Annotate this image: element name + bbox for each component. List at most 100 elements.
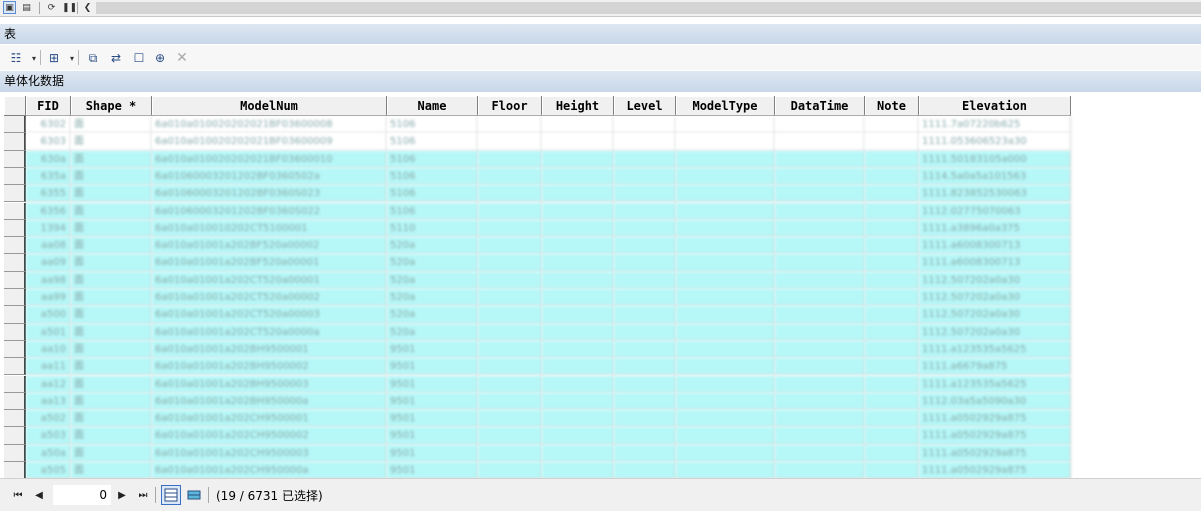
cell-floor[interactable] xyxy=(478,340,542,359)
cell-floor[interactable] xyxy=(478,133,542,151)
next-record-icon[interactable]: ▶ xyxy=(115,488,129,502)
cell-elevation[interactable]: 1111.a6008300713 xyxy=(919,237,1071,255)
cell-level[interactable] xyxy=(614,358,676,376)
cell-height[interactable] xyxy=(542,340,614,359)
column-header-shape[interactable]: Shape * xyxy=(71,96,152,116)
cell-modeltype[interactable] xyxy=(676,410,775,428)
cell-floor[interactable] xyxy=(478,237,542,255)
cell-note[interactable] xyxy=(865,254,919,272)
row-selector-header[interactable] xyxy=(4,96,26,116)
cell-shape[interactable]: 面 xyxy=(71,444,152,462)
cell-modelnum[interactable]: 6a010a01001a202CT520a0000a xyxy=(152,323,387,341)
cell-modeltype[interactable] xyxy=(676,254,775,272)
cell-height[interactable] xyxy=(542,392,614,411)
cell-elevation[interactable]: 1112.02775070063 xyxy=(919,202,1071,220)
cell-floor[interactable] xyxy=(478,219,542,238)
row-selector[interactable] xyxy=(4,167,26,186)
cell-modelnum[interactable]: 6a010a01001a202CT520a00001 xyxy=(152,271,387,289)
row-selector[interactable] xyxy=(4,444,26,462)
cell-level[interactable] xyxy=(614,202,676,220)
cell-height[interactable] xyxy=(542,202,614,220)
cell-modelnum[interactable]: 6a010a01001a202CH9500003 xyxy=(152,444,387,462)
row-selector[interactable] xyxy=(4,392,26,411)
table-row[interactable]: aa98 面 6a010a01001a202CT520a00001 520a 1112.… xyxy=(4,271,1071,289)
cell-level[interactable] xyxy=(614,185,676,203)
cell-level[interactable] xyxy=(614,375,676,393)
row-selector[interactable] xyxy=(4,219,26,238)
table-row[interactable]: 6302 面 6a010a010020202021BF03600008 5106 111… xyxy=(4,116,1071,134)
cell-fid[interactable]: a500 xyxy=(26,306,71,324)
cell-elevation[interactable]: 1111.a0502929a875 xyxy=(919,462,1071,480)
cell-datatime[interactable] xyxy=(775,323,865,341)
cell-shape[interactable]: 面 xyxy=(71,462,152,480)
cell-note[interactable] xyxy=(865,133,919,151)
cell-modelnum[interactable]: 6a010a01001a202BF520a00001 xyxy=(152,254,387,272)
cell-elevation[interactable]: 1111.053606523a30 xyxy=(919,133,1071,151)
cell-shape[interactable]: 面 xyxy=(71,410,152,428)
cell-height[interactable] xyxy=(542,116,614,134)
cell-note[interactable] xyxy=(865,340,919,359)
cell-datatime[interactable] xyxy=(775,167,865,186)
cell-modelnum[interactable]: 6a010a01001a202BH9500002 xyxy=(152,358,387,376)
cell-modelnum[interactable]: 6a010a01001a202CT520a00002 xyxy=(152,289,387,307)
cell-fid[interactable]: aa98 xyxy=(26,271,71,289)
column-header-level[interactable]: Level xyxy=(614,96,676,116)
cell-fid[interactable]: a501 xyxy=(26,323,71,341)
cell-modeltype[interactable] xyxy=(676,358,775,376)
cell-elevation[interactable]: 1111.a0502929a875 xyxy=(919,444,1071,462)
previous-record-icon[interactable]: ◀ xyxy=(32,488,46,502)
cell-floor[interactable] xyxy=(478,358,542,376)
cell-name[interactable]: 520a xyxy=(387,289,478,307)
row-selector[interactable] xyxy=(4,202,26,220)
cell-modelnum[interactable]: 6a010a01001a202CH950000a xyxy=(152,462,387,480)
delete-selected-icon[interactable]: ✕ xyxy=(174,50,190,66)
cell-modeltype[interactable] xyxy=(676,289,775,307)
cell-height[interactable] xyxy=(542,462,614,480)
column-header-height[interactable]: Height xyxy=(542,96,614,116)
row-selector[interactable] xyxy=(4,116,26,134)
cell-name[interactable]: 9501 xyxy=(387,427,478,445)
cell-elevation[interactable]: 1111.50183105a000 xyxy=(919,150,1071,168)
cell-shape[interactable]: 面 xyxy=(71,375,152,393)
row-selector[interactable] xyxy=(4,306,26,324)
dock-window-icon[interactable]: ▣ xyxy=(3,1,16,14)
table-row[interactable]: a503 面 6a010a01001a202CH9500002 9501 1111.a0… xyxy=(4,427,1071,445)
cell-floor[interactable] xyxy=(478,150,542,168)
cell-floor[interactable] xyxy=(478,271,542,289)
cell-datatime[interactable] xyxy=(775,462,865,480)
cell-level[interactable] xyxy=(614,271,676,289)
row-selector[interactable] xyxy=(4,133,26,151)
cell-floor[interactable] xyxy=(478,392,542,411)
column-header-note[interactable]: Note xyxy=(865,96,919,116)
cell-elevation[interactable]: 1111.a3896a0a375 xyxy=(919,219,1071,238)
document-icon[interactable]: ▤ xyxy=(20,1,33,14)
cell-name[interactable]: 9501 xyxy=(387,358,478,376)
cell-datatime[interactable] xyxy=(775,185,865,203)
cell-elevation[interactable]: 1112.507202a0a30 xyxy=(919,271,1071,289)
cell-name[interactable]: 5106 xyxy=(387,202,478,220)
cell-elevation[interactable]: 1111.a0502929a875 xyxy=(919,427,1071,445)
cell-modelnum[interactable]: 6a01060003201202BF0360S022 xyxy=(152,202,387,220)
row-selector[interactable] xyxy=(4,150,26,168)
cell-modeltype[interactable] xyxy=(676,444,775,462)
cell-height[interactable] xyxy=(542,427,614,445)
cell-floor[interactable] xyxy=(478,185,542,203)
cell-floor[interactable] xyxy=(478,116,542,134)
cell-name[interactable]: 5106 xyxy=(387,133,478,151)
cell-name[interactable]: 5110 xyxy=(387,219,478,238)
cell-modeltype[interactable] xyxy=(676,202,775,220)
cell-note[interactable] xyxy=(865,410,919,428)
cell-modeltype[interactable] xyxy=(676,340,775,359)
cell-name[interactable]: 5106 xyxy=(387,150,478,168)
cell-height[interactable] xyxy=(542,306,614,324)
cell-modelnum[interactable]: 6a010a010010202CT5100001 xyxy=(152,219,387,238)
cell-elevation[interactable]: 1112.03a5a5090a30 xyxy=(919,392,1071,411)
row-selector[interactable] xyxy=(4,375,26,393)
row-selector[interactable] xyxy=(4,410,26,428)
cell-note[interactable] xyxy=(865,462,919,480)
cell-height[interactable] xyxy=(542,254,614,272)
cell-name[interactable]: 9501 xyxy=(387,375,478,393)
cell-level[interactable] xyxy=(614,219,676,238)
cell-name[interactable]: 9501 xyxy=(387,462,478,480)
row-selector[interactable] xyxy=(4,271,26,289)
